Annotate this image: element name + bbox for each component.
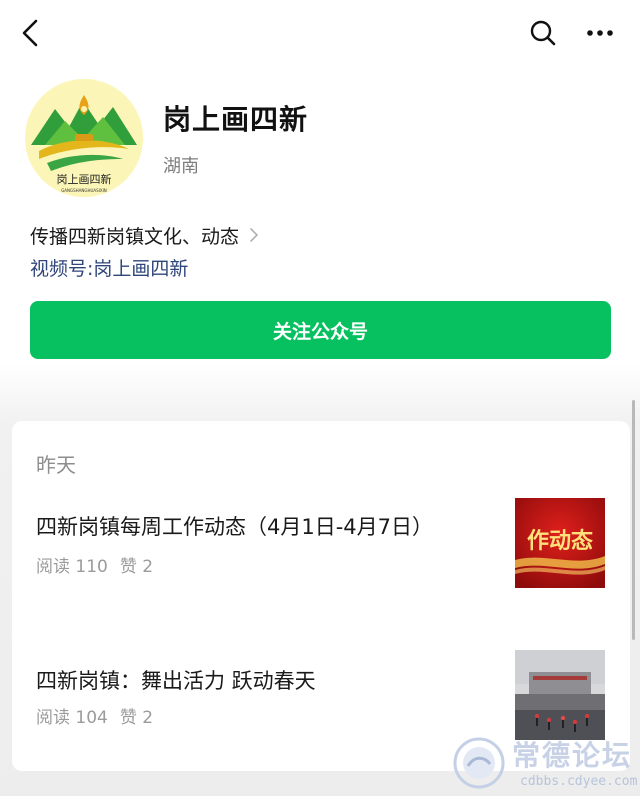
article-thumbnail-image: 作动态: [515, 498, 605, 588]
account-description-row[interactable]: 传播四新岗镇文化、动态: [30, 221, 261, 249]
article-title: 四新岗镇每周工作动态（4月1日-4月7日）: [36, 515, 434, 539]
watermark-title: 常德论坛: [512, 739, 633, 772]
video-channel-link[interactable]: 视频号: 岗上画四新: [30, 253, 188, 281]
avatar-caption: 岗上画四新: [57, 172, 112, 186]
scrollbar[interactable]: [632, 400, 635, 640]
thumbnail-text: 作动态: [527, 528, 593, 554]
watermark-url: cdbbs.cdyee.com: [520, 774, 638, 789]
top-bar: [0, 0, 640, 64]
avatar-logo-image: 岗上画四新 GANGSHANGHUASIXIN: [25, 79, 143, 197]
search-icon[interactable]: [528, 18, 558, 48]
read-count: 阅读 104: [36, 708, 108, 728]
article-feed-card: 昨天 四新岗镇每周工作动态（4月1日-4月7日） 阅读 110 赞 2 作动态: [12, 421, 630, 771]
watermark-logo-icon: [453, 737, 505, 789]
back-icon[interactable]: [18, 18, 46, 48]
like-count: 赞 2: [119, 557, 154, 577]
avatar-pinyin: GANGSHANGHUASIXIN: [61, 188, 107, 193]
article-thumbnail[interactable]: 作动态: [515, 498, 605, 588]
account-region: 湖南: [163, 156, 199, 177]
account-avatar[interactable]: 岗上画四新 GANGSHANGHUASIXIN: [25, 79, 143, 197]
more-dots-icon[interactable]: [584, 22, 616, 44]
article-thumbnail-image: [515, 650, 605, 740]
read-count: 阅读 110: [36, 557, 108, 577]
article-meta: 阅读 110 赞 2: [36, 552, 153, 577]
chevron-right-icon: [250, 228, 258, 242]
follow-button[interactable]: 关注公众号: [30, 301, 611, 359]
account-description: 传播四新岗镇文化、动态: [30, 225, 240, 248]
video-channel-name: 岗上画四新: [93, 257, 189, 280]
article-item[interactable]: 四新岗镇每周工作动态（4月1日-4月7日） 阅读 110 赞 2 作动态: [12, 421, 630, 601]
like-count: 赞 2: [119, 708, 154, 728]
watermark: 常德论坛 cdbbs.cdyee.com: [452, 734, 640, 796]
account-profile: 岗上画四新 GANGSHANGHUASIXIN 岗上画四新 湖南 传播四新岗镇文…: [0, 64, 640, 394]
article-thumbnail[interactable]: [515, 650, 605, 740]
account-name: 岗上画四新: [163, 103, 309, 136]
article-title: 四新岗镇：舞出活力 跃动春天: [36, 669, 316, 693]
article-meta: 阅读 104 赞 2: [36, 703, 153, 728]
video-channel-label: 视频号:: [30, 257, 94, 280]
